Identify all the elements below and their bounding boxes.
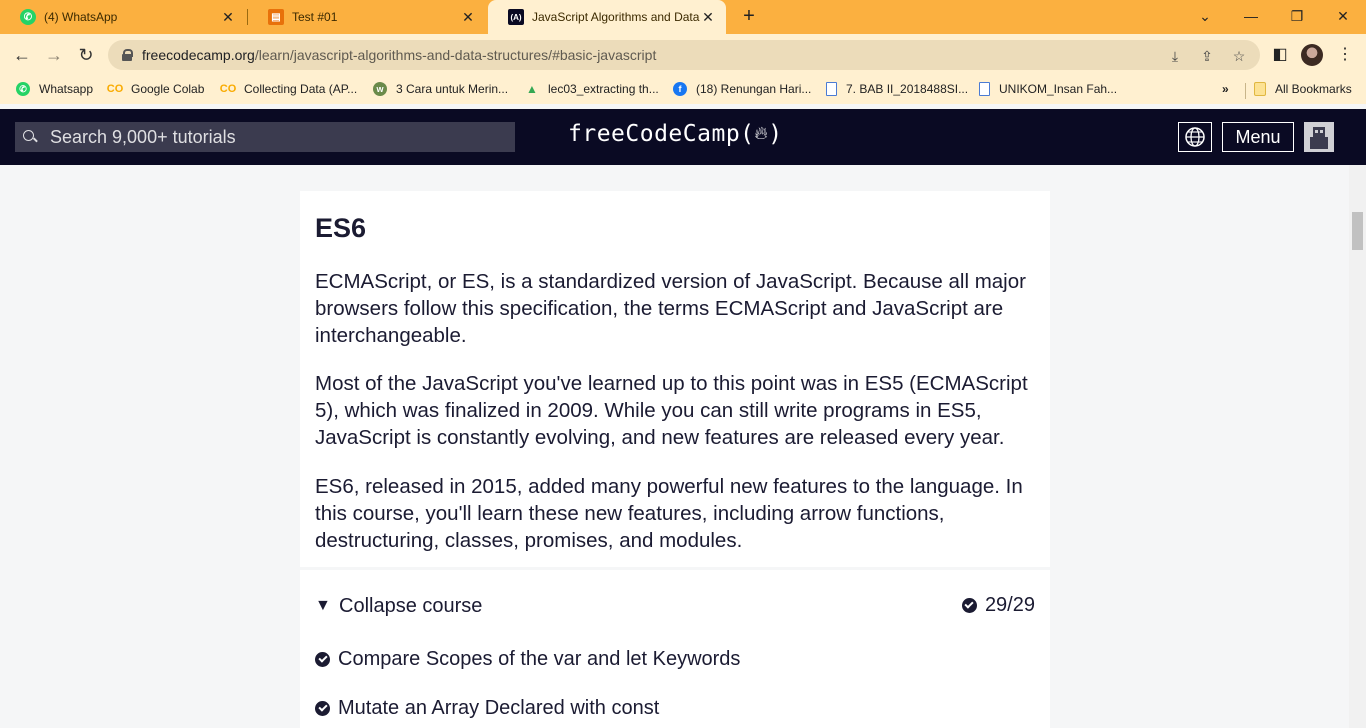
whatsapp-icon: ✆	[20, 9, 36, 25]
course-lessons-card: ▼ Collapse course 29/29 Compare Scopes o…	[300, 570, 1050, 728]
tab-whatsapp[interactable]: ✆ (4) WhatsApp ✕	[0, 0, 246, 34]
bookmark-facebook[interactable]: f (18) Renungan Hari...	[673, 82, 811, 96]
bookmark-label: Google Colab	[131, 82, 205, 96]
bookmark-label: All Bookmarks	[1275, 82, 1352, 96]
course-title: ES6	[315, 213, 367, 243]
flame-icon: 🔥︎	[754, 123, 769, 144]
document-icon	[979, 82, 990, 96]
fcc-navbar: freeCodeCamp(🔥︎) Menu	[0, 109, 1366, 165]
colab-icon: CO	[219, 83, 237, 95]
side-panel-icon[interactable]: ◧	[1268, 43, 1292, 67]
window-close-icon[interactable]: ✕	[1330, 4, 1356, 28]
bookmark-colab[interactable]: CO Google Colab	[106, 82, 205, 96]
colab-icon: CO	[106, 83, 124, 95]
search-icon	[23, 130, 37, 144]
folder-icon	[1254, 82, 1266, 96]
tab-test[interactable]: ▤ Test #01 ✕	[248, 0, 486, 34]
tab-title: (4) WhatsApp	[44, 10, 118, 24]
scrollbar-thumb[interactable]	[1352, 212, 1363, 250]
bookmark-drive[interactable]: ▲ lec03_extracting th...	[525, 82, 659, 96]
collapse-course-button[interactable]: ▼ Collapse course 29/29	[315, 592, 1035, 620]
lock-icon[interactable]	[122, 49, 133, 61]
url-path: /learn/javascript-algorithms-and-data-st…	[254, 47, 657, 63]
bookmark-whatsapp[interactable]: ✆ Whatsapp	[16, 82, 93, 96]
menu-button[interactable]: Menu	[1222, 122, 1294, 152]
course-intro-card: ES6 ECMAScript, or ES, is a standardized…	[300, 191, 1050, 567]
bookmarks-divider	[1245, 83, 1246, 99]
collapse-label: Collapse course	[339, 594, 483, 617]
search-box[interactable]	[15, 122, 515, 152]
facebook-icon: f	[673, 82, 687, 96]
intro-paragraph: ES6, released in 2015, added many powerf…	[315, 475, 1023, 552]
bookmarks-bar: ✆ Whatsapp CO Google Colab CO Collecting Da…	[0, 76, 1366, 104]
close-icon[interactable]: ✕	[700, 9, 716, 26]
bookmark-colab-2[interactable]: CO Collecting Data (AP...	[219, 82, 358, 96]
bookmark-bab[interactable]: 7. BAB II_2018488SI...	[826, 82, 968, 96]
lesson-link[interactable]: Compare Scopes of the var and let Keywor…	[315, 648, 740, 671]
fcc-icon: (A)	[508, 9, 524, 25]
install-icon[interactable]: ⤓	[1166, 47, 1184, 65]
more-bookmarks-icon[interactable]: »	[1222, 82, 1229, 96]
check-circle-icon	[961, 598, 977, 613]
intro-paragraph: ECMAScript, or ES, is a standardized ver…	[315, 270, 1026, 347]
browser-toolbar: ← → ↻ freecodecamp.org/learn/javascript-…	[0, 34, 1366, 76]
bookmark-label: UNIKOM_Insan Fah...	[999, 82, 1118, 96]
drive-icon: ▲	[526, 82, 538, 96]
progress-count: 29/29	[984, 594, 1035, 616]
form-icon: ▤	[268, 9, 284, 25]
intro-paragraph: Most of the JavaScript you've learned up…	[315, 372, 1028, 449]
wikihow-icon: w	[373, 82, 387, 96]
bookmark-label: 7. BAB II_2018488SI...	[846, 82, 969, 96]
lesson-title: Mutate an Array Declared with const	[338, 697, 660, 719]
minimize-icon[interactable]: —	[1238, 4, 1264, 28]
close-icon[interactable]: ✕	[220, 9, 236, 26]
search-input[interactable]	[50, 126, 470, 148]
address-bar[interactable]: freecodecamp.org/learn/javascript-algori…	[108, 40, 1260, 70]
avatar-icon	[1310, 127, 1328, 149]
profile-avatar[interactable]	[1301, 44, 1323, 66]
check-circle-icon	[315, 701, 330, 716]
back-icon[interactable]: ←	[10, 43, 34, 67]
user-avatar[interactable]	[1304, 122, 1334, 152]
star-icon[interactable]: ☆	[1230, 47, 1248, 65]
lesson-title: Compare Scopes of the var and let Keywor…	[338, 648, 741, 670]
check-circle-icon	[315, 652, 330, 667]
tab-title: Test #01	[292, 10, 338, 24]
bookmark-wikihow[interactable]: w 3 Cara untuk Merin...	[373, 82, 508, 96]
course-progress: 29/29	[961, 594, 1035, 617]
fcc-logo[interactable]: freeCodeCamp(🔥︎)	[568, 121, 783, 147]
bookmark-label: Whatsapp	[39, 82, 94, 96]
bookmark-label: Collecting Data (AP...	[244, 82, 358, 96]
tab-strip: ✆ (4) WhatsApp ✕ ▤ Test #01 ✕ (A) JavaSc…	[0, 0, 1366, 34]
whatsapp-icon: ✆	[16, 82, 30, 96]
all-bookmarks[interactable]: All Bookmarks	[1254, 82, 1352, 96]
share-icon[interactable]: ⇪	[1198, 47, 1216, 65]
bookmark-label: lec03_extracting th...	[548, 82, 659, 96]
fcc-logo-text: freeCodeCamp	[568, 121, 741, 147]
more-options-icon[interactable]: ⋮	[1333, 43, 1357, 67]
new-tab-button[interactable]: +	[738, 5, 760, 29]
lesson-link[interactable]: Mutate an Array Declared with const	[315, 697, 659, 720]
bookmark-label: 3 Cara untuk Merin...	[396, 82, 509, 96]
globe-icon	[1185, 127, 1205, 147]
restore-icon[interactable]: ❐	[1284, 4, 1310, 28]
document-icon	[826, 82, 837, 96]
language-button[interactable]	[1178, 122, 1212, 152]
tab-title: JavaScript Algorithms and Data S	[532, 10, 700, 24]
tab-fcc-active[interactable]: (A) JavaScript Algorithms and Data S ✕	[488, 0, 726, 34]
reload-icon[interactable]: ↻	[74, 43, 98, 67]
url-host: freecodecamp.org	[142, 47, 255, 63]
tab-search-icon[interactable]: ⌄	[1192, 4, 1218, 28]
bookmark-label: (18) Renungan Hari...	[696, 82, 812, 96]
bookmark-unikom[interactable]: UNIKOM_Insan Fah...	[979, 82, 1117, 96]
caret-down-icon: ▼	[315, 597, 331, 614]
forward-icon[interactable]: →	[42, 43, 66, 67]
close-icon[interactable]: ✕	[460, 9, 476, 26]
